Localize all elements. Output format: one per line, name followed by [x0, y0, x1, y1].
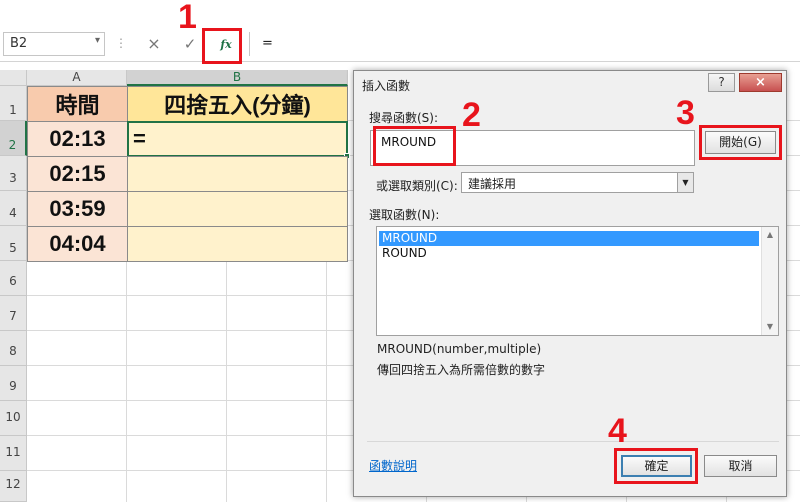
- annotation-number-3: 3: [676, 94, 695, 132]
- highlight-insert-function: [202, 28, 242, 64]
- cell-b2[interactable]: =: [127, 121, 348, 157]
- row-header-2[interactable]: 2: [0, 121, 27, 156]
- cell-b1[interactable]: 四捨五入(分鐘): [127, 86, 348, 122]
- category-label: 或選取類別(C):: [376, 179, 458, 193]
- row-header-7[interactable]: 7: [0, 296, 27, 331]
- name-box[interactable]: B2 ▾: [3, 32, 105, 56]
- name-box-value: B2: [10, 36, 28, 51]
- row-header-3[interactable]: 3: [0, 156, 27, 191]
- scroll-up-icon[interactable]: ▲: [762, 227, 778, 243]
- category-select[interactable]: 建議採用 ▼: [461, 172, 694, 193]
- cell-b5[interactable]: [127, 226, 348, 262]
- close-icon[interactable]: ×: [739, 73, 782, 92]
- cancel-icon[interactable]: ×: [143, 33, 165, 55]
- list-item-mround[interactable]: MROUND: [379, 231, 759, 246]
- list-item-round[interactable]: ROUND: [379, 246, 759, 261]
- highlight-search-input: [373, 126, 456, 166]
- cell-a1[interactable]: 時間: [27, 86, 128, 122]
- search-label: 搜尋函數(S):: [369, 111, 439, 125]
- help-icon[interactable]: ?: [708, 73, 735, 92]
- dialog-divider: [367, 441, 779, 442]
- check-icon[interactable]: ✓: [179, 33, 201, 55]
- select-function-label: 選取函數(N):: [369, 208, 440, 222]
- cell-a5[interactable]: 04:04: [27, 226, 128, 262]
- function-signature: MROUND(number,multiple): [377, 342, 542, 356]
- highlight-ok-button: [614, 448, 698, 484]
- row-header-11[interactable]: 11: [0, 436, 27, 471]
- formula-input[interactable]: =: [249, 32, 800, 56]
- annotation-number-4: 4: [608, 412, 627, 450]
- cell-a3[interactable]: 02:15: [27, 156, 128, 192]
- column-header-a[interactable]: A: [27, 70, 127, 86]
- cell-b3[interactable]: [127, 156, 348, 192]
- cancel-button[interactable]: 取消: [704, 455, 777, 477]
- row-header-9[interactable]: 9: [0, 366, 27, 401]
- row-header-6[interactable]: 6: [0, 261, 27, 296]
- annotation-number-1: 1: [178, 0, 197, 36]
- cell-a4[interactable]: 03:59: [27, 191, 128, 227]
- cell-b4[interactable]: [127, 191, 348, 227]
- chevron-down-icon[interactable]: ▾: [95, 35, 100, 46]
- cell-a2[interactable]: 02:13: [27, 121, 128, 157]
- row-header-1[interactable]: 1: [0, 86, 27, 121]
- category-value: 建議採用: [468, 177, 517, 191]
- function-description: 傳回四捨五入為所需倍數的數字: [377, 363, 546, 377]
- scroll-down-icon[interactable]: ▼: [762, 319, 778, 335]
- select-all-corner[interactable]: [0, 70, 27, 86]
- row-header-8[interactable]: 8: [0, 331, 27, 366]
- row-header-10[interactable]: 10: [0, 401, 27, 436]
- function-help-link[interactable]: 函數說明: [369, 457, 417, 474]
- row-header-5[interactable]: 5: [0, 226, 27, 261]
- chevron-down-icon[interactable]: ▼: [677, 173, 693, 192]
- function-list[interactable]: MROUND ROUND ▲ ▼: [376, 226, 779, 336]
- list-scrollbar[interactable]: ▲ ▼: [761, 227, 778, 335]
- annotation-number-2: 2: [462, 96, 481, 134]
- formula-bar-grip: ⋮: [115, 36, 127, 50]
- row-header-4[interactable]: 4: [0, 191, 27, 226]
- row-header-12[interactable]: 12: [0, 471, 27, 502]
- highlight-go-button: [699, 125, 782, 160]
- formula-bar: B2 ▾ ⋮ × ✓ fx =: [0, 0, 800, 62]
- column-header-b[interactable]: B: [127, 70, 348, 86]
- dialog-title: 插入函數: [362, 79, 411, 93]
